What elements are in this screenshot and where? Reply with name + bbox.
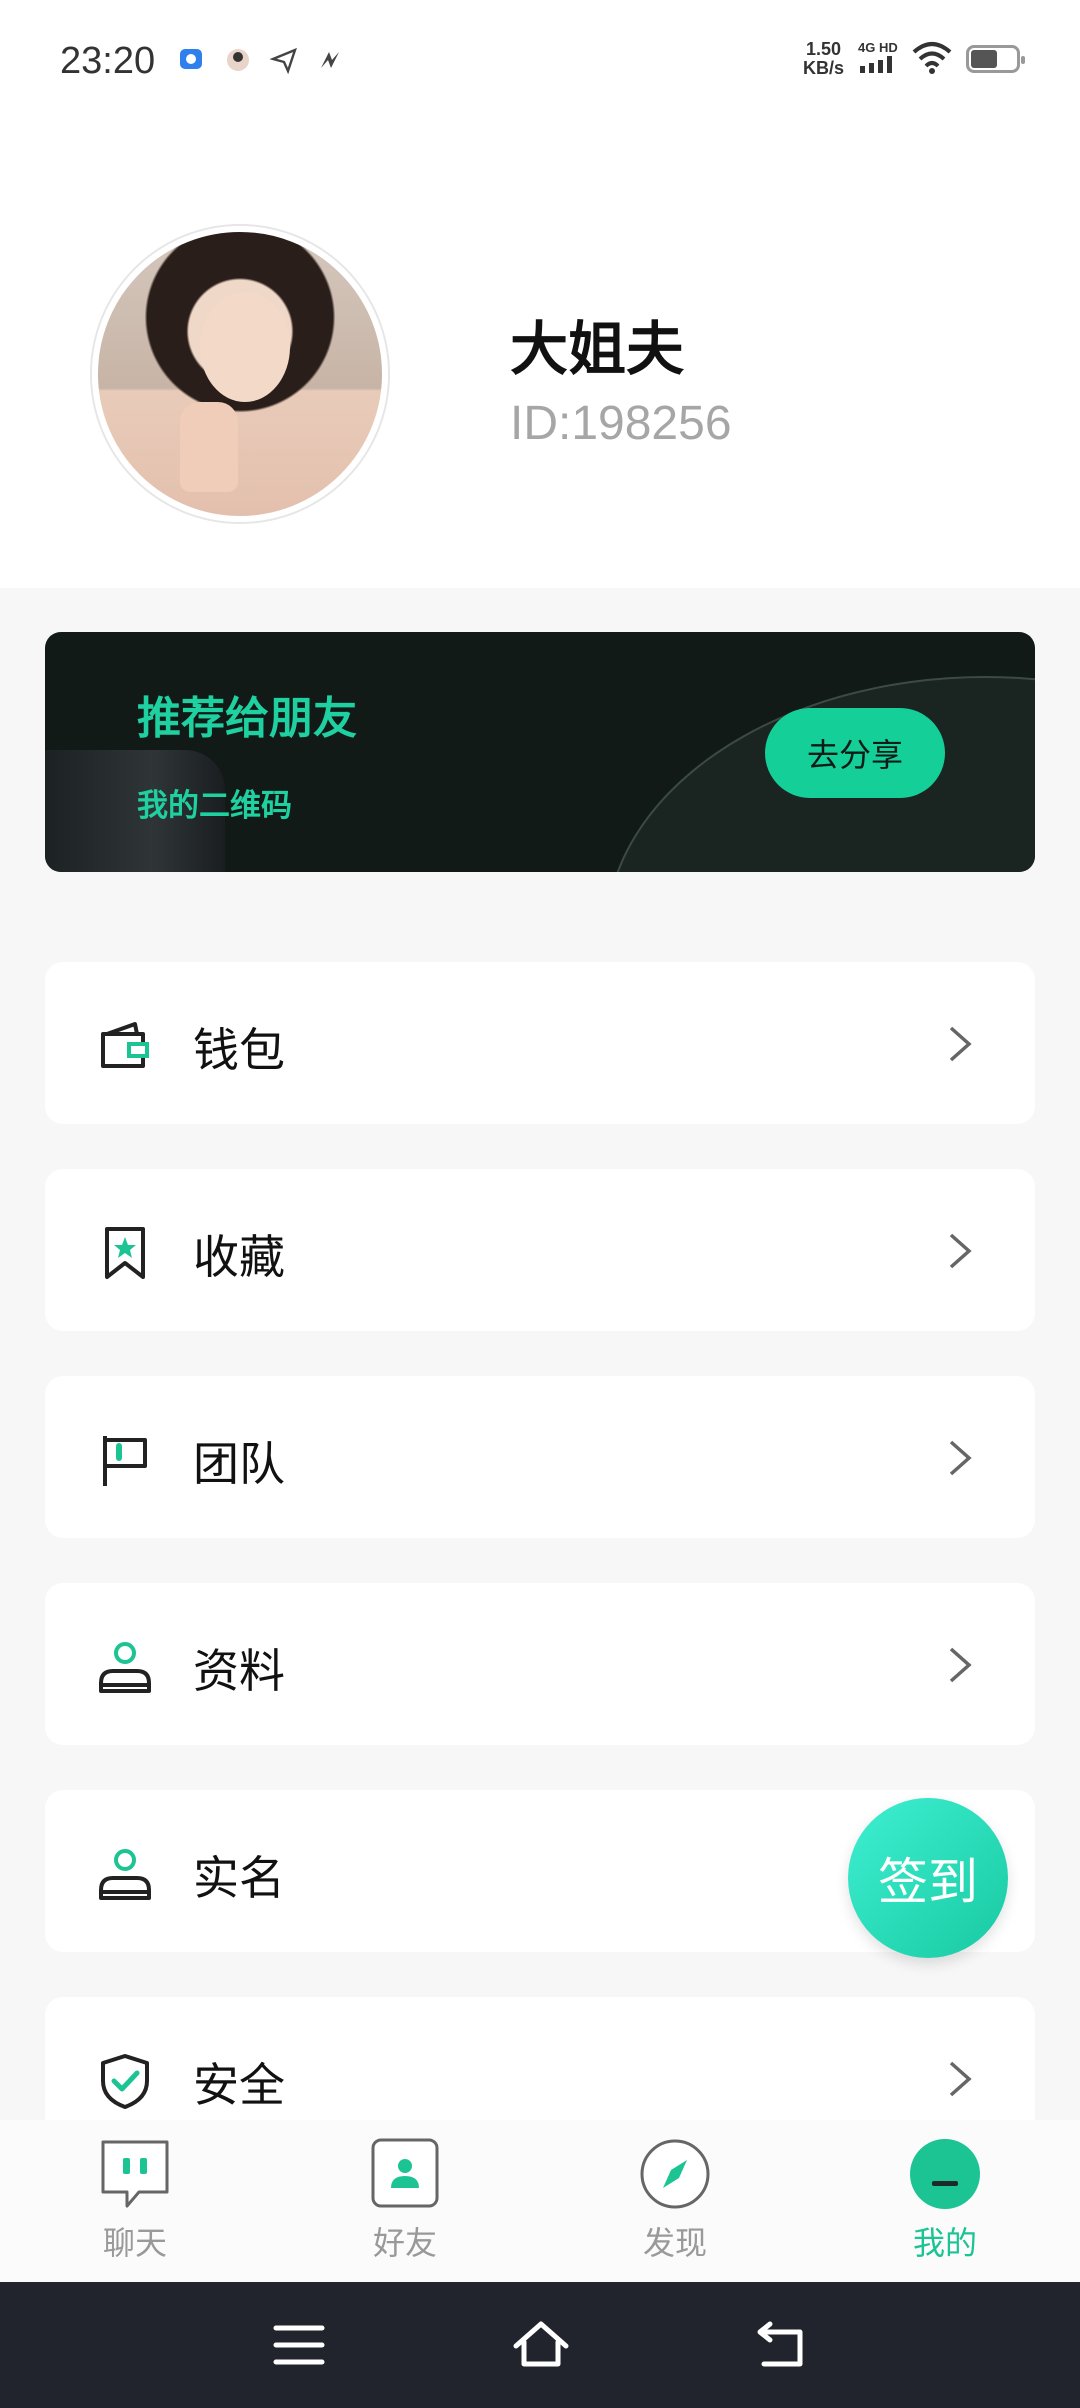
sign-in-button[interactable]: 签到: [848, 1798, 1008, 1958]
nav-tab-me[interactable]: 我的: [865, 2138, 1025, 2264]
chevron-right-icon: [941, 1022, 977, 1066]
avatar-hand: [180, 402, 238, 492]
qr-code-link[interactable]: 我的二维码: [137, 780, 292, 825]
nav-label: 聊天: [102, 2224, 167, 2262]
avatar-notification-icon: [224, 46, 252, 74]
menu-icon[interactable]: [272, 2320, 326, 2370]
avatar[interactable]: [92, 226, 388, 522]
chevron-right-icon: [941, 1643, 977, 1687]
signal-icon: 4G HD: [858, 41, 898, 77]
wallet-icon: [97, 1018, 153, 1074]
bolt-app-icon: [316, 46, 344, 74]
flag-icon: [97, 1432, 153, 1488]
status-right: 1.50 KB/s 4G HD: [803, 40, 1025, 78]
menu-item-team[interactable]: 团队: [45, 1376, 1035, 1538]
battery-icon: [966, 45, 1025, 73]
share-banner[interactable]: 推荐给朋友 我的二维码 去分享: [45, 632, 1035, 872]
user-id: ID:198256: [510, 397, 732, 450]
notification-icons: [178, 46, 344, 75]
nav-label: 发现: [642, 2224, 707, 2262]
nav-tab-friends[interactable]: 好友: [325, 2138, 485, 2264]
share-button[interactable]: 去分享: [765, 708, 945, 798]
username: 大姐夫: [510, 315, 685, 383]
speed-value: 1.50: [805, 39, 842, 59]
network-type: 4G HD: [858, 40, 898, 55]
wifi-icon: [912, 40, 952, 78]
home-icon[interactable]: [512, 2320, 569, 2370]
chat-bubble-icon: [99, 2138, 171, 2210]
person-icon: [97, 1639, 153, 1695]
contacts-icon: [369, 2138, 441, 2210]
avatar-face: [200, 292, 290, 402]
menu-label: 团队: [193, 1437, 285, 1491]
profile-face-icon: [909, 2138, 981, 2210]
menu-label: 实名: [193, 1851, 285, 1905]
chat-app-icon: [178, 46, 206, 74]
speed-unit: KB/s: [802, 58, 844, 78]
menu-item-profile-info[interactable]: 资料: [45, 1583, 1035, 1745]
shield-check-icon: [97, 2053, 153, 2109]
status-time: 23:20: [60, 40, 156, 82]
chevron-right-icon: [941, 1229, 977, 1273]
chevron-right-icon: [941, 2057, 977, 2101]
menu-label: 收藏: [193, 1230, 285, 1284]
chevron-right-icon: [941, 1436, 977, 1480]
nav-label: 我的: [912, 2224, 977, 2262]
menu-item-wallet[interactable]: 钱包: [45, 962, 1035, 1124]
back-icon[interactable]: [754, 2320, 808, 2370]
nav-tab-chat[interactable]: 聊天: [55, 2138, 215, 2264]
menu-label: 钱包: [193, 1023, 285, 1077]
profile-header: 大姐夫 ID:198256: [0, 130, 1080, 588]
person-verify-icon: [97, 1846, 153, 1902]
compass-icon: [639, 2138, 711, 2210]
network-speed: 1.50 KB/s: [803, 40, 844, 78]
status-bar: 23:20 1.50 KB/s 4G HD: [0, 0, 1080, 130]
share-title: 推荐给朋友: [137, 693, 357, 744]
menu-label: 安全: [193, 2058, 285, 2112]
nav-tab-discover[interactable]: 发现: [595, 2138, 755, 2264]
menu-label: 资料: [193, 1644, 285, 1698]
bookmark-star-icon: [97, 1225, 153, 1281]
send-icon: [269, 46, 298, 75]
bottom-nav: 聊天 好友 发现 我的: [0, 2120, 1080, 2282]
nav-label: 好友: [372, 2224, 437, 2262]
system-nav-bar: [0, 2282, 1080, 2408]
menu-item-favorites[interactable]: 收藏: [45, 1169, 1035, 1331]
